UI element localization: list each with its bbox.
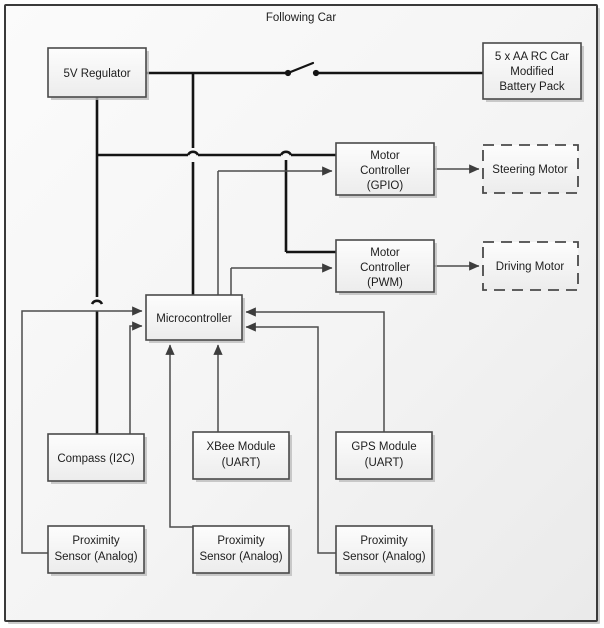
node-proximity-right[interactable]: Proximity Sensor (Analog)	[335, 525, 435, 576]
node-motor-controller-pwm[interactable]: Motor Controller (PWM)	[335, 239, 437, 295]
node-driving-motor[interactable]: Driving Motor	[482, 241, 579, 291]
node-regulator[interactable]: 5V Regulator	[47, 47, 149, 100]
node-mcpwm-line-3: (PWM)	[367, 277, 403, 289]
node-proximity-left[interactable]: Proximity Sensor (Analog)	[47, 525, 147, 576]
node-proxright-line-1: Proximity	[360, 535, 408, 547]
node-driving-motor-label: Driving Motor	[496, 261, 565, 273]
node-steering-motor[interactable]: Steering Motor	[482, 144, 579, 194]
node-mcgpio-line-2: Controller	[360, 165, 410, 177]
node-xbee-line-1: XBee Module	[206, 441, 275, 453]
node-proxcenter-line-1: Proximity	[217, 535, 265, 547]
node-regulator-label: 5V Regulator	[63, 68, 130, 80]
switch-terminal-left	[284, 69, 292, 77]
node-mcpwm-line-2: Controller	[360, 262, 410, 274]
node-proxcenter-line-2: Sensor (Analog)	[199, 551, 282, 563]
node-gps-line-1: GPS Module	[351, 441, 416, 453]
node-compass[interactable]: Compass (I2C)	[47, 433, 147, 484]
node-battery-line-3: Battery Pack	[499, 81, 564, 93]
node-battery-line-1: 5 x AA RC Car	[495, 51, 569, 63]
node-battery-pack[interactable]: 5 x AA RC Car Modified Battery Pack	[482, 42, 584, 102]
block-diagram-canvas: Following Car 5V Regulator 5 x AA RC Car…	[0, 0, 604, 628]
node-motor-controller-gpio[interactable]: Motor Controller (GPIO)	[335, 142, 437, 198]
page-title: Following Car	[266, 12, 336, 24]
node-xbee-line-2: (UART)	[222, 457, 261, 469]
node-mcpwm-line-1: Motor	[370, 247, 400, 259]
node-proxleft-line-2: Sensor (Analog)	[54, 551, 137, 563]
node-proximity-center[interactable]: Proximity Sensor (Analog)	[192, 525, 292, 576]
node-microcontroller-label: Microcontroller	[156, 313, 232, 325]
node-proxright-line-2: Sensor (Analog)	[342, 551, 425, 563]
node-proxleft-line-1: Proximity	[72, 535, 120, 547]
node-compass-label: Compass (I2C)	[57, 453, 134, 465]
switch-terminal-right	[312, 69, 320, 77]
node-mcgpio-line-1: Motor	[370, 150, 400, 162]
node-gps[interactable]: GPS Module (UART)	[335, 431, 435, 482]
node-mcgpio-line-3: (GPIO)	[367, 180, 404, 192]
node-steering-motor-label: Steering Motor	[492, 164, 568, 176]
node-xbee[interactable]: XBee Module (UART)	[192, 431, 292, 482]
node-gps-line-2: (UART)	[365, 457, 404, 469]
node-battery-line-2: Modified	[510, 66, 553, 78]
node-microcontroller[interactable]: Microcontroller	[145, 294, 245, 343]
